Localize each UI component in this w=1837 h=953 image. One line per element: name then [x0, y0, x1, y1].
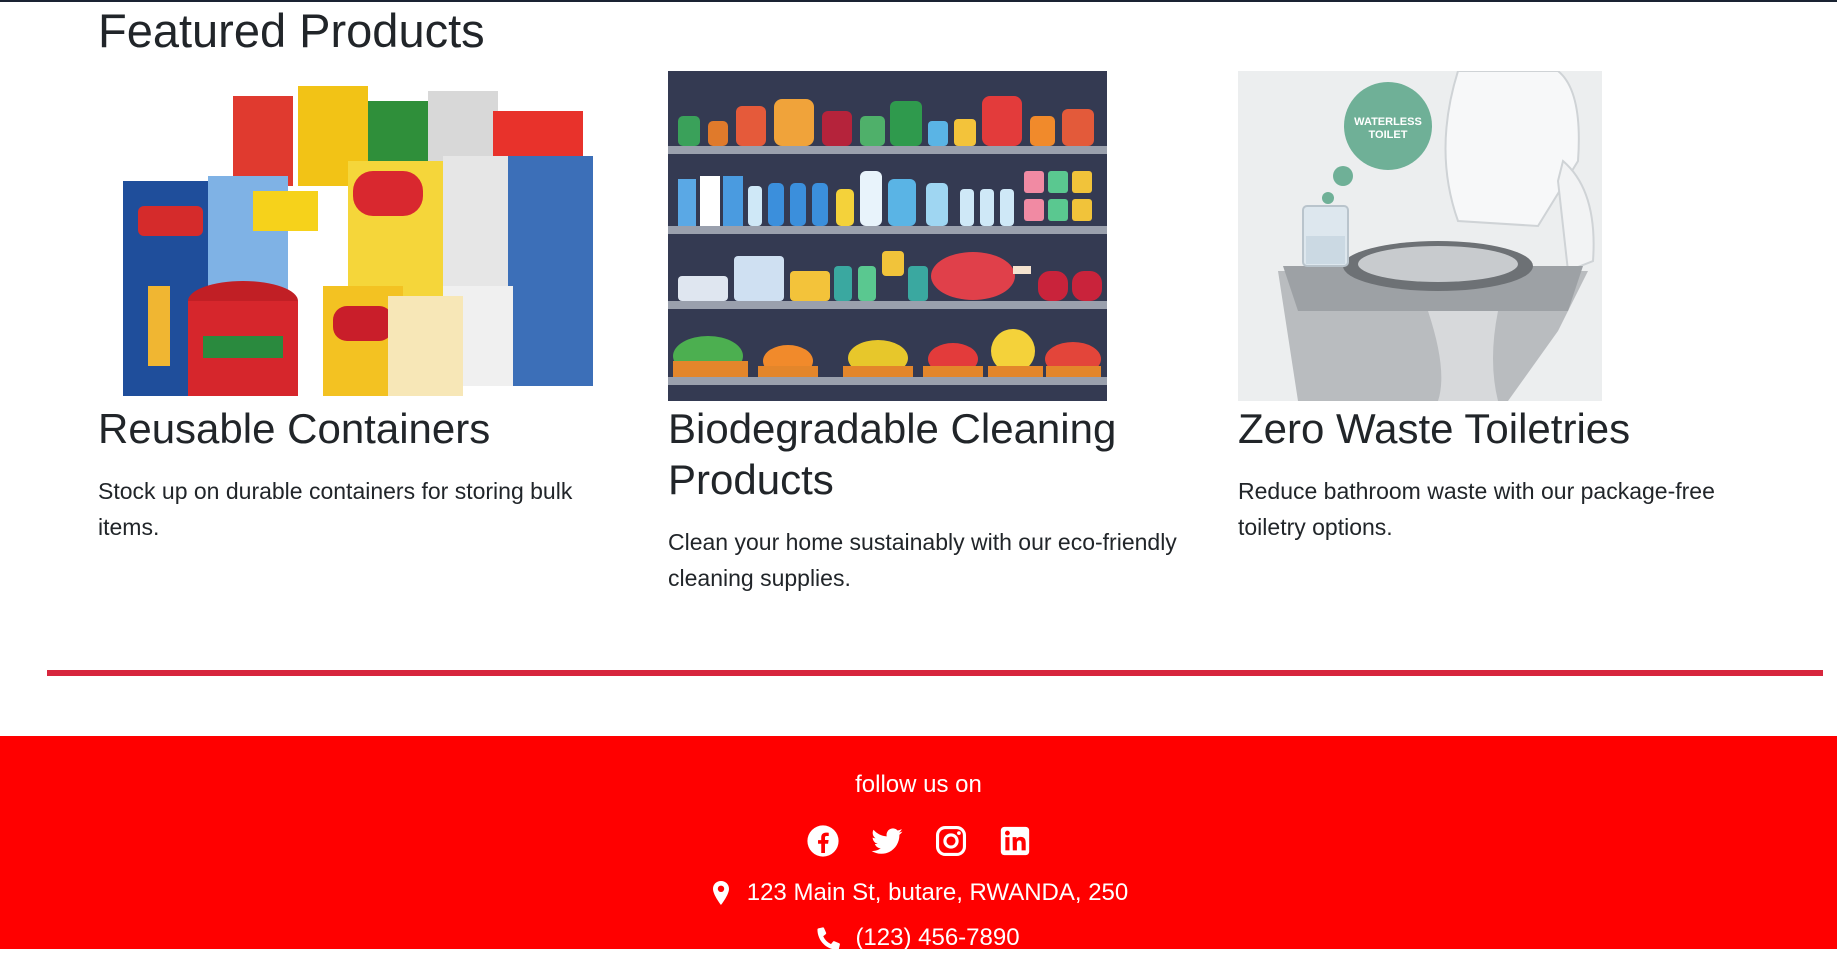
product-title[interactable]: Zero Waste Toiletries	[1238, 403, 1798, 454]
top-rule	[0, 0, 1837, 2]
product-description: Clean your home sustainably with our eco…	[668, 529, 1177, 591]
social-links	[0, 824, 1837, 858]
product-card-zero-waste-toiletries[interactable]: WATERLESS TOILET Zero Waste Toiletries R…	[1238, 71, 1798, 545]
linkedin-icon[interactable]	[998, 824, 1032, 858]
section-title: Featured Products	[98, 4, 485, 57]
svg-text:WATERLESS: WATERLESS	[1354, 116, 1422, 128]
product-description: Reduce bathroom waste with our package-f…	[1238, 478, 1715, 540]
product-title[interactable]: Biodegradable Cleaning Products	[668, 403, 1228, 505]
product-image-groceries[interactable]	[98, 71, 599, 401]
phone-icon	[817, 927, 841, 950]
follow-us-label: follow us on	[855, 771, 982, 798]
product-title[interactable]: Reusable Containers	[98, 403, 658, 454]
address-row: 123 Main St, butare, RWANDA, 250	[0, 878, 1837, 908]
address-text: 123 Main St, butare, RWANDA, 250	[746, 879, 1129, 906]
svg-text:TOILET: TOILET	[1369, 129, 1408, 141]
product-image-shelves[interactable]	[668, 71, 1107, 401]
product-card-biodegradable-cleaning[interactable]: Biodegradable Cleaning Products Clean yo…	[668, 71, 1228, 596]
location-pin-icon	[712, 881, 729, 905]
twitter-icon[interactable]	[870, 824, 904, 858]
site-footer: follow us on 123 Main St, butare, RWANDA…	[0, 736, 1837, 951]
instagram-icon[interactable]	[934, 824, 968, 858]
product-card-reusable-containers[interactable]: Reusable Containers Stock up on durable …	[98, 71, 658, 545]
product-image-waterless-toilet[interactable]: WATERLESS TOILET	[1238, 71, 1602, 401]
section-divider	[47, 670, 1823, 676]
product-description: Stock up on durable containers for stori…	[98, 478, 573, 540]
facebook-icon[interactable]	[806, 824, 840, 858]
